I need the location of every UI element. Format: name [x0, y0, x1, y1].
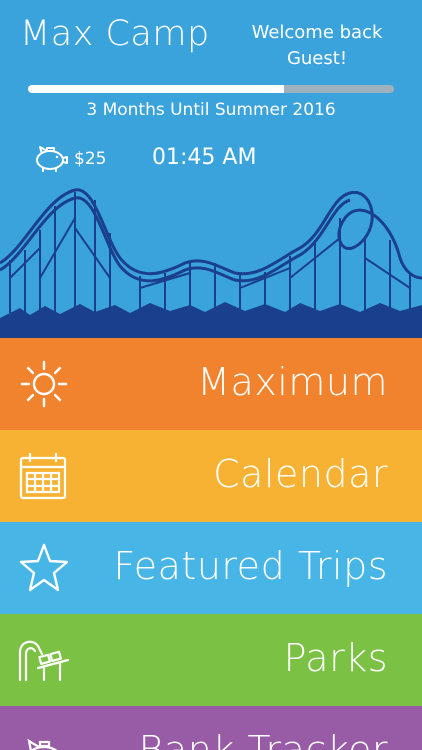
menu-item-calendar[interactable]: Calendar [0, 430, 422, 522]
piggy-bank-icon [36, 146, 68, 172]
user-name: Guest! [286, 48, 348, 69]
piggy-bank-icon [27, 738, 58, 750]
money-balance: $25 [74, 149, 107, 169]
summer-progress-bar [28, 85, 394, 93]
sun-icon [20, 360, 68, 408]
menu-label: Maximum [197, 360, 388, 404]
countdown-text: 3 Months Until Summer 2016 [86, 100, 336, 120]
progress-fill [28, 85, 285, 93]
menu-item-maximum[interactable]: Maximum [0, 338, 422, 430]
menu-label: Bank Tracker [138, 728, 388, 750]
menu-label: Featured Trips [113, 544, 388, 588]
roller-coaster-silhouette [0, 188, 422, 338]
welcome-message: Welcome back Guest! [242, 20, 392, 72]
menu-item-featured-trips[interactable]: Featured Trips [0, 522, 422, 614]
menu-label: Calendar [213, 452, 388, 496]
star-icon [19, 543, 69, 592]
calendar-icon [19, 453, 67, 500]
welcome-line: Welcome back [251, 22, 383, 43]
roller-coaster-icon [18, 640, 70, 682]
menu-item-parks[interactable]: Parks [0, 614, 422, 706]
menu-label: Parks [283, 636, 388, 680]
app-title: Max Camp [20, 14, 210, 54]
menu-item-bank-tracker[interactable]: Bank Tracker [0, 706, 422, 750]
clock-time: 01:45 AM [152, 145, 257, 170]
header: Max Camp Welcome back Guest! 3 Months Un… [0, 0, 422, 338]
